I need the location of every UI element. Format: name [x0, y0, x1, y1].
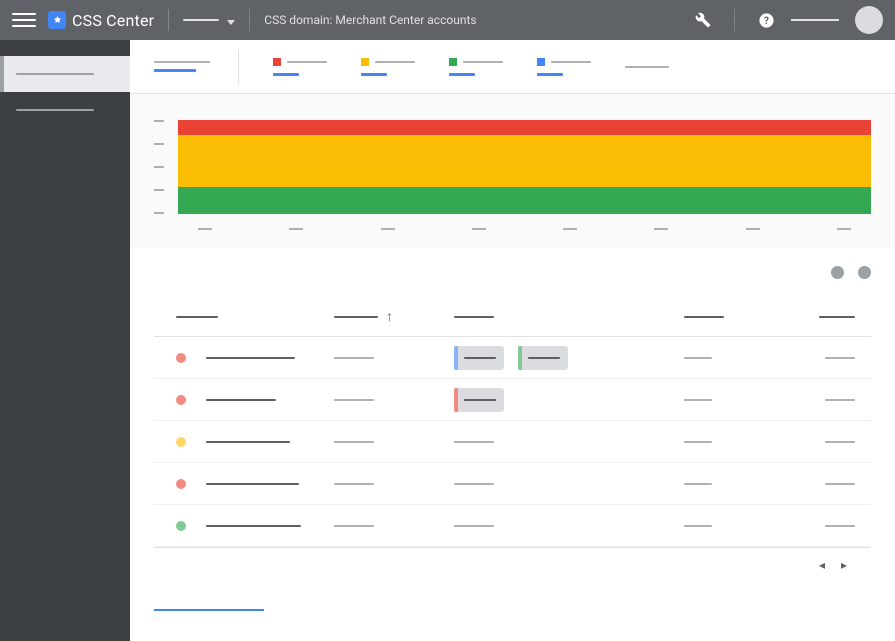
help-icon[interactable]: ?: [755, 9, 777, 31]
breadcrumb: CSS domain: Merchant Center accounts: [264, 13, 476, 27]
table-header-row: ↑: [154, 297, 871, 337]
status-dot-icon: [176, 353, 186, 363]
product-logo-icon: [48, 11, 66, 29]
table-pager: ◂ ▸: [154, 547, 871, 581]
filter-chip[interactable]: [518, 346, 568, 370]
status-dot-icon: [176, 395, 186, 405]
filter-chip[interactable]: [454, 388, 504, 412]
table-row[interactable]: [154, 337, 871, 379]
pagination-dots: [130, 248, 895, 297]
main-content: ↑ ◂ ▸: [130, 40, 895, 641]
divider: [249, 9, 250, 31]
sidebar-item-settings[interactable]: [0, 92, 130, 128]
chart-y-axis: [154, 120, 164, 214]
svg-text:?: ?: [764, 16, 769, 27]
sort-asc-icon: ↑: [386, 308, 393, 325]
page-dot[interactable]: [831, 266, 844, 279]
col-header-issue[interactable]: [154, 316, 334, 318]
tab-overview[interactable]: [154, 50, 239, 84]
chart-panel: [130, 94, 895, 248]
col-header-trend[interactable]: [804, 316, 871, 318]
col-header-severity[interactable]: ↑: [334, 308, 454, 325]
account-dropdown[interactable]: [183, 16, 235, 25]
header-placeholder: [791, 19, 839, 21]
page-dot[interactable]: [858, 266, 871, 279]
legend-item[interactable]: [537, 58, 591, 76]
stacked-bar: [178, 120, 871, 214]
sidebar: [0, 40, 130, 641]
filter-chip[interactable]: [454, 346, 504, 370]
footer: [130, 597, 895, 641]
learn-more-link[interactable]: [154, 609, 264, 611]
caret-down-icon: [227, 20, 235, 25]
status-dot-icon: [176, 479, 186, 489]
pager-prev-icon[interactable]: ◂: [819, 558, 825, 572]
legend-item[interactable]: [361, 58, 415, 76]
divider: [734, 9, 735, 31]
sidebar-item-accounts[interactable]: [0, 56, 130, 92]
legend-item[interactable]: [273, 58, 327, 76]
table-row[interactable]: [154, 421, 871, 463]
tab-bar: [130, 40, 895, 94]
table-row[interactable]: [154, 505, 871, 547]
col-header-country[interactable]: [684, 316, 804, 318]
status-dot-icon: [176, 437, 186, 447]
legend-item[interactable]: [449, 58, 503, 76]
app-header: CSS Center CSS domain: Merchant Center a…: [0, 0, 895, 40]
status-dot-icon: [176, 521, 186, 531]
hamburger-menu-icon[interactable]: [12, 8, 36, 32]
chart-x-axis: [178, 228, 871, 230]
tools-icon[interactable]: [692, 9, 714, 31]
tab-download[interactable]: [625, 66, 669, 68]
table-row[interactable]: [154, 463, 871, 505]
divider: [168, 9, 169, 31]
pager-next-icon[interactable]: ▸: [841, 558, 847, 572]
product-title: CSS Center: [72, 11, 154, 30]
issues-table: ↑ ◂ ▸: [130, 297, 895, 597]
table-row[interactable]: [154, 379, 871, 421]
col-header-affected[interactable]: [454, 316, 684, 318]
avatar[interactable]: [855, 6, 883, 34]
